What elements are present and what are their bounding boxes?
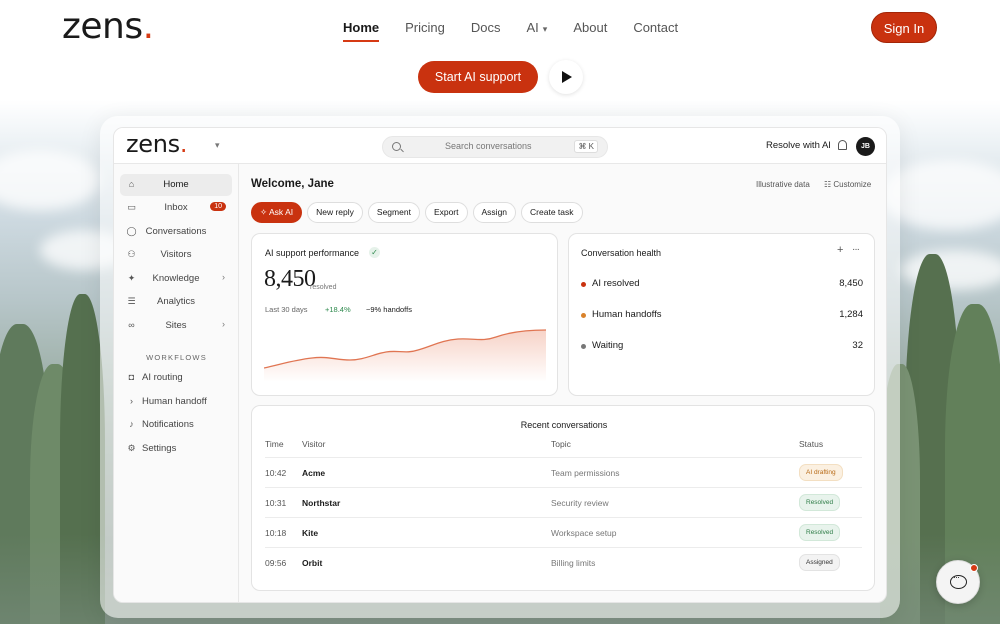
card-title: Conversation health [581,248,662,258]
nav-docs[interactable]: Docs [471,0,501,56]
recent-conversations-card: Recent conversations Time Visitor Topic … [251,405,875,591]
sidebar-item-visitors[interactable]: ⚇ Visitors [120,244,232,266]
sidebar-item-analytics[interactable]: ☰ Analytics [120,291,232,313]
status-badge: AI drafting [799,464,843,481]
sidebar: ⌂ Home ▭ Inbox 10 ◯ Conversations ⚇ Visi… [114,164,239,602]
chevron-down-icon[interactable]: ▾ [215,140,220,151]
status-badge: Assigned [799,554,840,571]
nav-pricing[interactable]: Pricing [405,0,445,56]
sparkle-icon: ✧ [260,207,270,217]
site-header: zens. Home Pricing Docs AI ▾ About Contac… [0,0,1000,56]
check-icon: ✓ [369,247,380,258]
new-reply-button[interactable]: New reply [307,202,363,223]
inbox-icon: ▭ [127,202,136,212]
table-row[interactable]: 10:18 Kite Workspace setup Resolved [265,517,862,547]
sidebar-item-ai-routing[interactable]: ◘ AI routing [120,367,232,389]
action-chips: ✧ Ask AI New reply Segment Export Assign… [251,202,583,223]
sidebar-item-human-handoff[interactable]: › Human handoff [120,391,232,413]
illustrative-data-label: Illustrative data [756,180,810,189]
card-title: AI support performance [265,248,360,258]
chat-icon [950,572,967,589]
sidebar-item-knowledge[interactable]: ✦ Knowledge › [120,268,232,290]
resolved-unit: resolved [310,284,337,291]
health-row: AI resolved 8,450 [581,278,863,292]
delta-value: +18.4% [325,305,351,314]
column-header: Topic [551,439,571,449]
chevron-right-icon: › [222,319,225,329]
handoffs-delta: −9% handoffs [366,305,412,314]
health-row: Waiting 32 [581,340,863,354]
sidebar-item-sites[interactable]: ∞ Sites › [120,315,232,337]
column-header: Status [799,439,824,449]
sparkle-icon: ✦ [127,273,136,283]
page-title: Welcome, Jane [251,178,334,190]
card-title: Recent conversations [520,420,608,430]
search-placeholder: Search conversations [445,141,532,151]
status-badge: Resolved [799,494,841,511]
search-input[interactable]: Search conversations ⌘ K [382,136,608,158]
table-row[interactable]: 10:42 Acme Team permissions AI drafting [265,457,862,487]
nav-ai[interactable]: AI ▾ [527,0,548,56]
main-content: Welcome, Jane Illustrative data ☷ Custom… [240,164,886,602]
app-window: zens. ▾ Search conversations ⌘ K Resolve… [113,127,887,603]
shortcut-hint: ⌘ K [574,140,598,153]
resolve-with-ai-button[interactable]: Resolve with AI [766,140,831,151]
chat-icon: ◯ [126,226,137,236]
trend-sparkline [264,329,546,382]
sidebar-item-conversations[interactable]: ◯ Conversations [120,221,232,243]
resolved-count: 8,450 [264,266,316,292]
status-dot [581,313,586,318]
chevron-right-icon: › [130,396,133,406]
home-icon: ⌂ [128,179,135,189]
sign-in-button[interactable]: Sign In [871,12,937,43]
chat-launcher-button[interactable] [936,560,980,604]
bell-icon[interactable] [838,140,847,150]
bell-icon: ♪ [129,419,134,429]
play-icon[interactable] [549,60,583,94]
sidebar-item-inbox[interactable]: ▭ Inbox 10 [120,197,232,219]
customize-button[interactable]: ☷ Customize [824,180,871,189]
column-header: Visitor [302,439,326,449]
column-header: Time [265,439,284,449]
workflows-heading: WORKFLOWS [146,353,207,362]
export-button[interactable]: Export [424,202,468,223]
more-icon[interactable]: ··· [852,244,860,255]
status-dot [581,344,586,349]
robot-icon: ◘ [128,372,135,382]
start-ai-support-button[interactable]: Start AI support [418,61,538,93]
sidebar-item-settings[interactable]: ⚙ Settings [120,438,232,460]
sidebar-item-notifications[interactable]: ♪ Notifications [120,414,232,436]
create-task-button[interactable]: Create task [521,202,583,223]
table-row[interactable]: 09:56 Orbit Billing limits Assigned [265,547,862,577]
assign-button[interactable]: Assign [472,202,517,223]
inbox-count-badge: 10 [210,202,226,211]
notification-dot [970,564,978,572]
nav-about[interactable]: About [573,0,607,56]
link-icon: ∞ [128,320,135,330]
status-badge: Resolved [799,524,841,541]
app-header: zens. ▾ Search conversations ⌘ K Resolve… [114,128,886,164]
nav-contact[interactable]: Contact [633,0,678,56]
health-row: Human handoffs 1,284 [581,309,863,323]
search-icon [392,142,401,151]
gear-icon: ⚙ [127,443,136,453]
avatar[interactable]: JB [856,137,875,156]
segment-button[interactable]: Segment [367,202,420,223]
site-logo[interactable]: zens. [62,6,154,47]
plus-icon[interactable]: + [837,244,843,256]
table-row[interactable]: 10:31 Northstar Security review Resolved [265,487,862,517]
chevron-down-icon: ▾ [542,24,548,34]
ai-performance-card: AI support performance ✓ 8,450 resolved … [251,233,558,396]
sidebar-item-home[interactable]: ⌂ Home [120,174,232,196]
site-nav: Home Pricing Docs AI ▾ About Contact [343,0,704,56]
users-icon: ⚇ [127,249,136,259]
sliders-icon: ☰ [127,296,136,306]
status-dot [581,282,586,287]
conversation-health-card: Conversation health + ··· AI resolved 8,… [568,233,875,396]
nav-home[interactable]: Home [343,0,380,56]
chevron-right-icon: › [222,272,225,282]
app-logo[interactable]: zens. [126,130,188,158]
ask-ai-button[interactable]: ✧ Ask AI [251,202,303,223]
period-label: Last 30 days [265,305,308,314]
